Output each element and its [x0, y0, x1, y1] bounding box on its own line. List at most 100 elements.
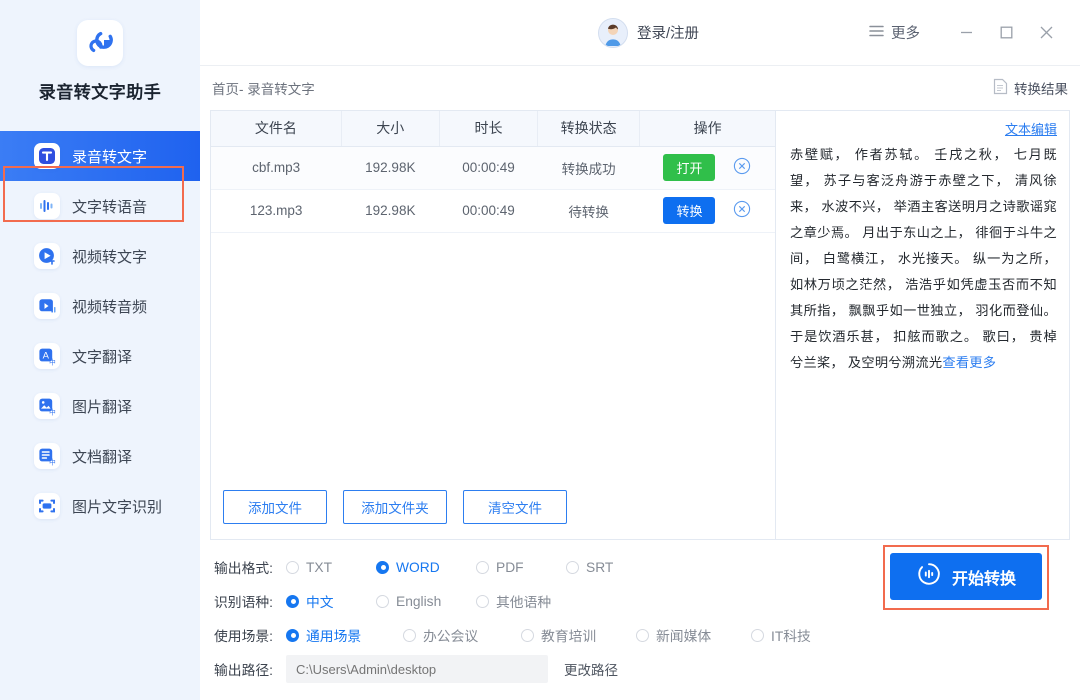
close-circle-icon[interactable]: [733, 157, 751, 178]
start-convert-button[interactable]: 开始转换: [890, 553, 1042, 600]
radio-dot: [521, 628, 534, 642]
add-file-button[interactable]: 添加文件: [223, 490, 327, 524]
app-title: 录音转文字助手: [38, 83, 162, 102]
output-path-input[interactable]: [286, 655, 548, 683]
sidebar-item-label: 图片文字识别: [72, 498, 163, 516]
language-label: 识别语种:: [214, 595, 274, 610]
transcript-text: 赤壁赋， 作者苏轼。 壬戌之秋， 七月既望， 苏子与客泛舟游于赤壁之下， 清风徐…: [790, 142, 1057, 376]
cell-duration: 00:00:49: [439, 146, 538, 190]
file-list-panel: 文件名 大小 时长 转换状态 操作 cbf.mp3 192.98K 00:00:…: [210, 110, 775, 540]
sidebar-item-image-ocr[interactable]: 图片文字识别: [0, 481, 200, 531]
radio-scene-news[interactable]: 新闻媒体: [636, 625, 751, 645]
cell-size: 192.98K: [341, 189, 440, 233]
radio-format-word[interactable]: WORD: [376, 560, 476, 575]
conversion-result-button[interactable]: 转换结果: [993, 78, 1068, 98]
start-convert-label: 开始转换: [951, 570, 1016, 588]
convert-circle-icon: [916, 561, 942, 592]
output-format-label: 输出格式:: [214, 561, 274, 576]
svg-text:中: 中: [49, 457, 56, 466]
user-avatar-icon: [598, 17, 628, 48]
radio-dot: [476, 560, 489, 574]
scene-label: 使用场景:: [214, 629, 274, 644]
sidebar-item-image-translate[interactable]: 中 图片翻译: [0, 381, 200, 431]
cell-duration: 00:00:49: [439, 189, 538, 233]
radio-language-chinese[interactable]: 中文: [286, 591, 376, 611]
radio-format-pdf[interactable]: PDF: [476, 560, 566, 575]
view-more-link[interactable]: 查看更多: [942, 355, 996, 370]
sidebar-item-doc-translate[interactable]: 中 文档翻译: [0, 431, 200, 481]
radio-scene-education[interactable]: 教育培训: [521, 625, 636, 645]
maximize-icon[interactable]: [986, 16, 1026, 50]
radio-language-english[interactable]: English: [376, 594, 476, 609]
more-menu-button[interactable]: 更多: [859, 16, 930, 49]
sidebar-item-label: 录音转文字: [72, 148, 148, 166]
change-path-button[interactable]: 更改路径: [564, 659, 618, 679]
login-register-button[interactable]: 登录/注册: [598, 17, 700, 48]
file-table: 文件名 大小 时长 转换状态 操作 cbf.mp3 192.98K 00:00:…: [211, 111, 775, 233]
output-path-row: 输出路径: 更改路径: [214, 652, 1080, 686]
sidebar-item-video-to-audio[interactable]: 视频转音频: [0, 281, 200, 331]
col-duration: 时长: [439, 111, 539, 147]
cell-filename: cbf.mp3: [211, 146, 342, 190]
convert-button[interactable]: 转换: [663, 197, 716, 224]
breadcrumb-bar: 首页- 录音转文字 转换结果: [200, 66, 1080, 110]
scene-row: 使用场景: 通用场景 办公会议 教育培训 新闻媒体 IT科技: [214, 618, 1080, 652]
radio-format-txt[interactable]: TXT: [286, 560, 376, 575]
radio-label: 其他语种: [496, 595, 552, 610]
sidebar-item-text-to-speech[interactable]: 文字转语音: [0, 181, 200, 231]
table-row[interactable]: cbf.mp3 192.98K 00:00:49 转换成功 打开: [211, 146, 775, 190]
text-edit-link[interactable]: 文本编辑: [1005, 119, 1057, 138]
radio-scene-it[interactable]: IT科技: [751, 625, 811, 645]
video-to-text-icon: [34, 243, 60, 269]
radio-label: 办公会议: [423, 629, 479, 644]
title-bar: 登录/注册 更多: [200, 0, 1080, 66]
radio-dot: [403, 628, 416, 642]
transcript-body: 赤壁赋， 作者苏轼。 壬戌之秋， 七月既望， 苏子与客泛舟游于赤壁之下， 清风徐…: [790, 147, 1057, 370]
hamburger-icon: [869, 25, 884, 41]
conversion-result-label: 转换结果: [1014, 82, 1068, 97]
table-row[interactable]: 123.mp3 192.98K 00:00:49 待转换 转换: [211, 189, 775, 233]
table-header-row: 文件名 大小 时长 转换状态 操作: [211, 111, 775, 147]
add-folder-button[interactable]: 添加文件夹: [343, 490, 447, 524]
col-size: 大小: [341, 111, 440, 147]
radio-label: English: [396, 593, 442, 609]
radio-format-srt[interactable]: SRT: [566, 560, 613, 575]
open-button[interactable]: 打开: [663, 154, 716, 181]
output-path-label: 输出路径:: [214, 663, 274, 678]
radio-dot: [376, 560, 389, 574]
sidebar-item-text-translate[interactable]: A中 文字翻译: [0, 331, 200, 381]
radio-scene-general[interactable]: 通用场景: [286, 625, 403, 645]
sidebar-item-video-to-text[interactable]: 视频转文字: [0, 231, 200, 281]
radio-scene-office[interactable]: 办公会议: [403, 625, 521, 645]
close-icon[interactable]: [1026, 16, 1066, 50]
radio-label: TXT: [306, 559, 333, 575]
col-filename: 文件名: [211, 111, 342, 147]
radio-dot: [636, 628, 649, 642]
radio-label: WORD: [396, 559, 440, 575]
text-to-speech-icon: [34, 193, 60, 219]
app-branding: 录音转文字助手: [0, 0, 200, 103]
svg-text:中: 中: [49, 357, 56, 366]
file-list-empty-space: [211, 232, 775, 475]
window-controls: 更多: [859, 16, 1066, 50]
options-panel: 输出格式: TXT WORD PDF SRT 识别语种: 中文 English …: [200, 540, 1080, 700]
radio-label: PDF: [496, 559, 524, 575]
text-translate-icon: A中: [34, 343, 60, 369]
radio-dot: [286, 594, 299, 608]
radio-dot: [751, 628, 764, 642]
clear-files-button[interactable]: 清空文件: [463, 490, 567, 524]
sidebar-item-audio-to-text[interactable]: 录音转文字: [0, 131, 200, 181]
image-ocr-icon: [34, 493, 60, 519]
sidebar-item-label: 文字转语音: [72, 198, 148, 216]
minimize-icon[interactable]: [946, 16, 986, 50]
radio-dot: [476, 594, 489, 608]
app-window: 录音转文字助手 录音转文字 文字转语音 视频转文字 视频转音频 A 中 文字翻译…: [0, 0, 1080, 700]
login-register-label: 登录/注册: [637, 26, 700, 42]
close-circle-icon[interactable]: [733, 200, 751, 221]
sidebar-item-label: 视频转音频: [72, 298, 148, 316]
cell-size: 192.98K: [341, 146, 440, 190]
cell-action: 转换: [639, 189, 775, 233]
radio-label: 通用场景: [306, 629, 362, 644]
radio-language-other[interactable]: 其他语种: [476, 591, 551, 611]
breadcrumb[interactable]: 首页- 录音转文字: [212, 78, 315, 98]
